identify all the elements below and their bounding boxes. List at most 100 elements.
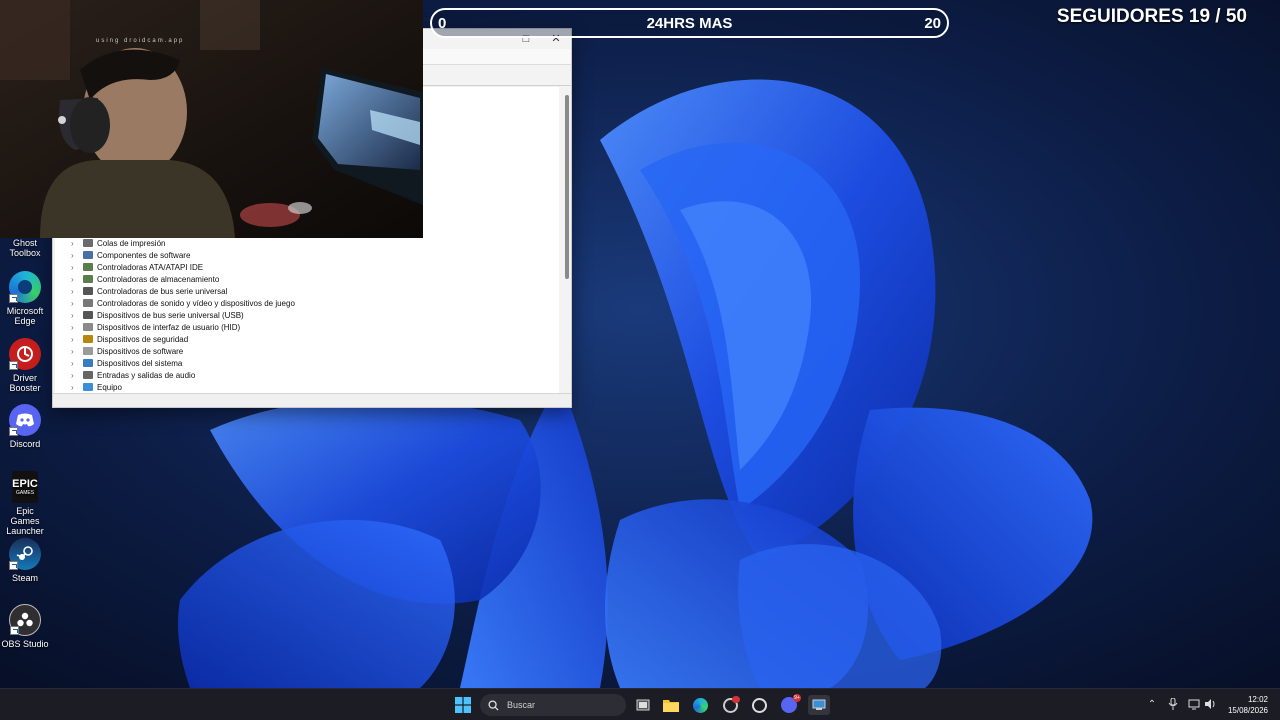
- device-category-label: Dispositivos de interfaz de usuario (HID…: [97, 322, 241, 332]
- clock-time: 12:02: [1247, 695, 1268, 704]
- desktop-icon-discord[interactable]: Discord: [0, 404, 50, 449]
- expand-chevron-icon[interactable]: ›: [71, 359, 81, 368]
- expand-chevron-icon[interactable]: ›: [71, 251, 81, 260]
- desktop-icon-epic-games[interactable]: EPIC GAMES Epic Games Launcher: [0, 471, 50, 536]
- device-category-label: Dispositivos de software: [97, 346, 184, 356]
- desktop-icon-label: Steam: [11, 573, 38, 583]
- expand-chevron-icon[interactable]: ›: [71, 263, 81, 272]
- shortcut-arrow-icon: [9, 294, 18, 303]
- search-placeholder: Buscar: [507, 700, 536, 710]
- expand-chevron-icon[interactable]: ›: [71, 275, 81, 284]
- expand-chevron-icon[interactable]: ›: [71, 383, 81, 392]
- ide-controller-icon: [83, 263, 93, 271]
- device-category-label: Controladoras de sonido y vídeo y dispos…: [97, 298, 295, 308]
- desktop-icon-ghost-toolbox[interactable]: Ghost Toolbox: [0, 238, 50, 258]
- device-category-row[interactable]: › Controladoras de sonido y vídeo y dispo…: [71, 297, 295, 309]
- webcam-image: [0, 0, 423, 238]
- expand-chevron-icon[interactable]: ›: [71, 323, 81, 332]
- desktop-icon-edge[interactable]: Microsoft Edge: [0, 271, 50, 326]
- device-category-row[interactable]: › Dispositivos de interfaz de usuario (HI…: [71, 321, 295, 333]
- epic-games-icon: EPIC GAMES: [12, 471, 38, 503]
- shortcut-arrow-icon: [9, 561, 18, 570]
- edge-taskbar-icon[interactable]: [690, 695, 710, 715]
- task-view-icon[interactable]: [633, 695, 653, 715]
- status-bar: [53, 393, 571, 407]
- vertical-scrollbar[interactable]: [565, 95, 569, 279]
- security-device-icon: [83, 335, 93, 343]
- sound-icon: [83, 299, 93, 307]
- discord-badge: 9+: [793, 694, 801, 702]
- device-category-list: › Colas de impresión › Componentes de softw…: [71, 237, 295, 393]
- notification-dot: [731, 695, 740, 703]
- device-category-row[interactable]: › Controladoras de bus serie universal: [71, 285, 295, 297]
- driver-booster-icon: [9, 338, 41, 370]
- desktop-icon-steam[interactable]: Steam: [0, 538, 50, 583]
- device-category-label: Controladoras ATA/ATAPI IDE: [97, 262, 204, 272]
- shortcut-arrow-icon: [9, 361, 18, 370]
- expand-chevron-icon[interactable]: ›: [71, 335, 81, 344]
- device-category-row[interactable]: › Controladoras de almacenamiento: [71, 273, 295, 285]
- desktop-icon-label: Epic Games Launcher: [6, 506, 44, 536]
- desktop-icon-obs[interactable]: OBS Studio: [0, 604, 50, 649]
- chevron-up-icon[interactable]: ⌃: [1145, 698, 1159, 712]
- expand-chevron-icon[interactable]: ›: [71, 311, 81, 320]
- droidcam-watermark: using droidcam.app: [96, 38, 185, 44]
- taskbar-search[interactable]: Buscar: [480, 694, 626, 716]
- webcam-feed: using droidcam.app: [0, 0, 423, 238]
- expand-chevron-icon[interactable]: ›: [71, 347, 81, 356]
- printer-icon: [83, 239, 93, 247]
- device-category-label: Dispositivos de bus serie universal (USB…: [97, 310, 244, 320]
- steam-icon: [9, 538, 41, 570]
- clock-date: 15/08/2026: [1227, 706, 1268, 715]
- device-category-row[interactable]: › Dispositivos de seguridad: [71, 333, 295, 345]
- expand-chevron-icon[interactable]: ›: [71, 287, 81, 296]
- discord-icon: [9, 404, 41, 436]
- file-explorer-icon[interactable]: [661, 695, 681, 715]
- usb-controller-icon: [83, 287, 93, 295]
- device-category-row[interactable]: › Dispositivos de bus serie universal (US…: [71, 309, 295, 321]
- device-category-row[interactable]: › Dispositivos del sistema: [71, 357, 295, 369]
- device-category-row[interactable]: › Colas de impresión: [71, 237, 295, 249]
- desktop-icon-label: Ghost Toolbox: [9, 238, 41, 258]
- desktop-icon-driver-booster[interactable]: Driver Booster: [0, 338, 50, 393]
- taskbar: Buscar 9+ ⌃ 12:02 15/08/2026: [0, 688, 1280, 720]
- goal-title: 24HRS MAS: [646, 15, 733, 32]
- system-clock[interactable]: 12:02 15/08/2026: [1228, 694, 1268, 716]
- app-taskbar-icon[interactable]: [749, 695, 769, 715]
- obs-icon: [9, 604, 41, 636]
- goal-end-value: 20: [924, 15, 941, 32]
- computer-icon: [83, 383, 93, 391]
- device-category-row[interactable]: › Componentes de software: [71, 249, 295, 261]
- device-category-row[interactable]: › Controladoras ATA/ATAPI IDE: [71, 261, 295, 273]
- device-category-row[interactable]: › Dispositivos de software: [71, 345, 295, 357]
- expand-chevron-icon[interactable]: ›: [71, 239, 81, 248]
- desktop-icon-label: OBS Studio: [1, 639, 49, 649]
- device-category-row[interactable]: › Equipo: [71, 381, 295, 393]
- system-device-icon: [83, 359, 93, 367]
- windows-logo-icon: [455, 697, 471, 713]
- followers-counter: SEGUIDORES 19 / 50: [1056, 6, 1247, 27]
- desktop-icon-label: Driver Booster: [9, 373, 41, 393]
- software-device-icon: [83, 347, 93, 355]
- software-component-icon: [83, 251, 93, 259]
- microphone-icon[interactable]: [1166, 697, 1180, 712]
- shortcut-arrow-icon: [10, 626, 19, 635]
- network-icon[interactable]: [1187, 698, 1201, 712]
- device-category-row[interactable]: › Entradas y salidas de audio: [71, 369, 295, 381]
- desktop-icon-label: Microsoft Edge: [6, 306, 44, 326]
- expand-chevron-icon[interactable]: ›: [71, 299, 81, 308]
- storage-controller-icon: [83, 275, 93, 283]
- start-button[interactable]: [453, 695, 473, 715]
- chrome-taskbar-icon[interactable]: [720, 695, 740, 715]
- device-category-label: Componentes de software: [97, 250, 191, 260]
- device-category-label: Equipo: [97, 382, 122, 392]
- expand-chevron-icon[interactable]: ›: [71, 371, 81, 380]
- device-manager-taskbar-icon[interactable]: [808, 695, 830, 715]
- stream-goal-bar: 0 24HRS MAS 20: [430, 8, 949, 38]
- device-category-label: Dispositivos de seguridad: [97, 334, 189, 344]
- discord-taskbar-icon[interactable]: 9+: [779, 694, 801, 715]
- device-category-label: Dispositivos del sistema: [97, 358, 183, 368]
- shortcut-arrow-icon: [9, 427, 18, 436]
- volume-icon[interactable]: [1203, 698, 1217, 712]
- audio-io-icon: [83, 371, 93, 379]
